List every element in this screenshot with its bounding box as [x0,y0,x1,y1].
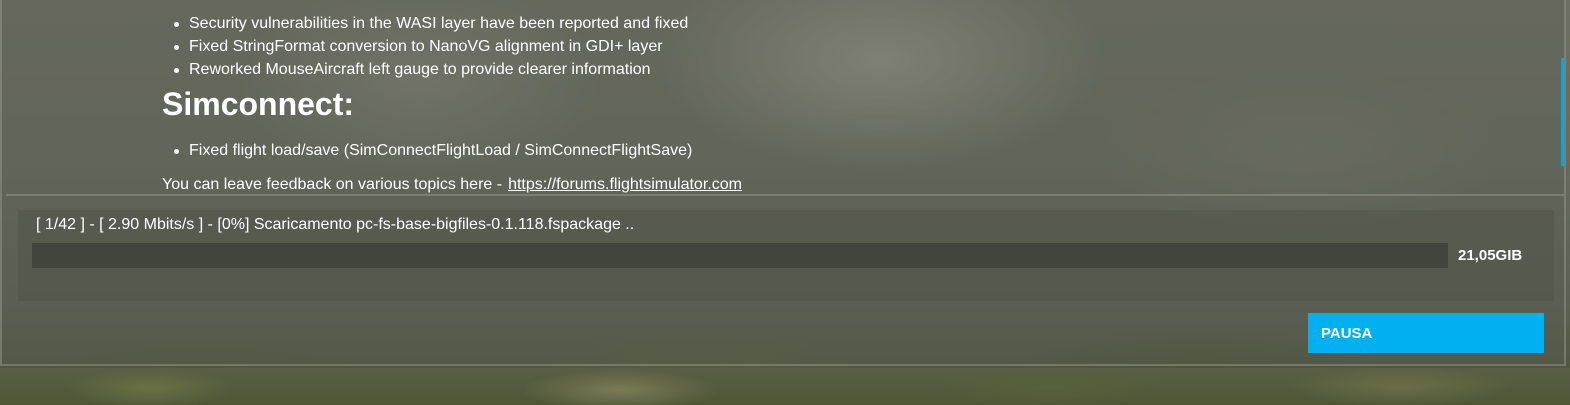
forum-link[interactable]: https://forums.flightsimulator.com [508,176,742,193]
release-notes[interactable]: Security vulnerabilities in the WASI lay… [8,0,1558,194]
list-item: Reworked MouseAircraft left gauge to pro… [171,58,688,81]
simconnect-notes-list: Fixed flight load/save (SimConnectFlight… [171,139,692,162]
download-progress-bar [32,243,1448,268]
feedback-line: You can leave feedback on various topics… [162,174,742,194]
section-heading: Simconnect: [162,86,355,122]
divider [6,194,1564,196]
release-notes-list: Security vulnerabilities in the WASI lay… [171,12,688,81]
scenery-background [0,368,1570,405]
download-size: 21,05GIB [1458,247,1523,264]
download-status-text: [ 1/42 ] - [ 2.90 Mbits/s ] - [0%] Scari… [36,216,635,233]
feedback-text: You can leave feedback on various topics… [162,176,503,193]
list-item: Fixed flight load/save (SimConnectFlight… [171,139,692,162]
list-item: Fixed StringFormat conversion to NanoVG … [171,35,688,58]
download-status-box: [ 1/42 ] - [ 2.90 Mbits/s ] - [0%] Scari… [18,210,1554,301]
pause-button[interactable]: PAUSA [1308,313,1544,353]
list-item: Security vulnerabilities in the WASI lay… [171,12,688,35]
update-panel: Security vulnerabilities in the WASI lay… [0,0,1566,366]
scrollbar-thumb[interactable] [1561,58,1564,166]
